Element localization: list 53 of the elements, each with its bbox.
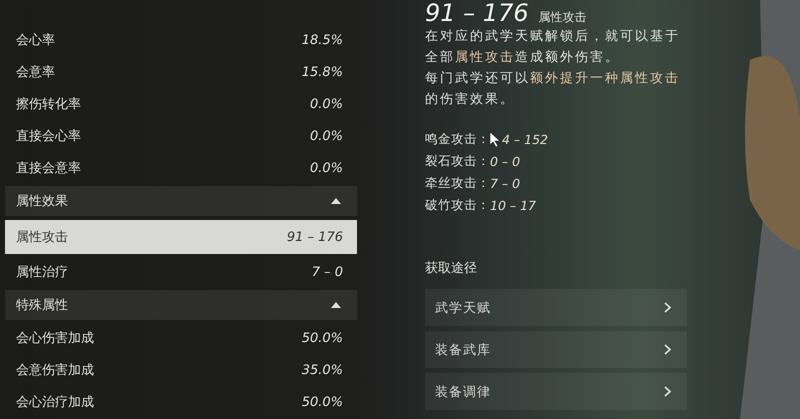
stat-value: 0.0%: [310, 96, 343, 112]
stat-row[interactable]: 会心伤害加成 50.0%: [5, 322, 357, 354]
element-attack-label: 鸣金攻击：: [425, 130, 490, 148]
stat-row[interactable]: 会意伤害加成 35.0%: [5, 354, 357, 386]
element-attack-value: 10 – 17: [490, 198, 536, 212]
stat-label: 会心伤害加成: [16, 330, 94, 347]
source-button[interactable]: 装备武库: [425, 331, 687, 368]
stat-value: 0.0%: [310, 160, 343, 176]
stat-row[interactable]: 会意率 15.8%: [5, 56, 357, 88]
element-attack-label: 裂石攻击：: [425, 152, 490, 170]
stat-row[interactable]: 会心率 18.5%: [5, 24, 357, 56]
description-text: 在对应的武学天赋解锁后，就可以基于全部属性攻击造成额外伤害。: [425, 28, 681, 67]
stat-value: 91 – 176: [286, 230, 343, 244]
stat-row[interactable]: 直接会意率 0.0%: [5, 152, 357, 184]
chevron-right-icon: [664, 302, 671, 313]
stat-label: 属性攻击: [16, 229, 68, 246]
stat-value: 0.0%: [310, 128, 343, 144]
stat-value: 50.0%: [302, 394, 343, 410]
description-text: 每门武学还可以额外提升一种属性攻击的伤害效果。: [425, 70, 681, 109]
stat-value: 50.0%: [302, 330, 343, 346]
stat-row[interactable]: 属性攻击 91 – 176: [5, 220, 357, 254]
element-attack-value: 4 – 152: [502, 132, 548, 146]
sources-title: 获取途径: [425, 260, 478, 277]
attribute-label: 属性攻击: [538, 9, 587, 26]
element-attack-label: 破竹攻击：: [425, 196, 490, 214]
section-header[interactable]: 属性效果: [5, 186, 357, 216]
section-title: 特殊属性: [16, 297, 68, 314]
stat-row[interactable]: 会心治疗加成 50.0%: [5, 386, 357, 418]
stat-label: 属性治疗: [16, 264, 68, 281]
stat-value: 35.0%: [302, 362, 343, 378]
element-attack-value: 7 – 0: [490, 176, 520, 190]
stat-label: 会意伤害加成: [16, 362, 94, 379]
section-title: 属性效果: [16, 193, 68, 210]
stat-label: 直接会意率: [16, 160, 81, 177]
stat-label: 直接会心率: [16, 128, 81, 145]
section-header[interactable]: 特殊属性: [5, 290, 357, 320]
stat-value: 7 – 0: [312, 264, 343, 280]
stat-label: 会心治疗加成: [16, 394, 94, 411]
stat-label: 会意率: [16, 64, 55, 81]
chevron-right-icon: [664, 344, 671, 355]
stat-row[interactable]: 擦伤转化率 0.0%: [5, 88, 357, 120]
attack-range: 91 – 176: [425, 0, 529, 26]
element-attack-label: 牵丝攻击：: [425, 174, 490, 192]
source-button[interactable]: 装备调律: [425, 373, 687, 410]
stat-row[interactable]: 直接会心率 0.0%: [5, 120, 357, 152]
chevron-right-icon: [664, 386, 671, 397]
stat-row[interactable]: 属性治疗 7 – 0: [5, 256, 357, 288]
source-button[interactable]: 武学天赋: [425, 289, 687, 326]
stat-value: 18.5%: [302, 32, 343, 48]
stat-value: 15.8%: [302, 64, 343, 80]
stat-label: 会心率: [16, 32, 55, 49]
element-attack-value: 0 – 0: [490, 154, 520, 168]
stat-label: 擦伤转化率: [16, 96, 81, 113]
